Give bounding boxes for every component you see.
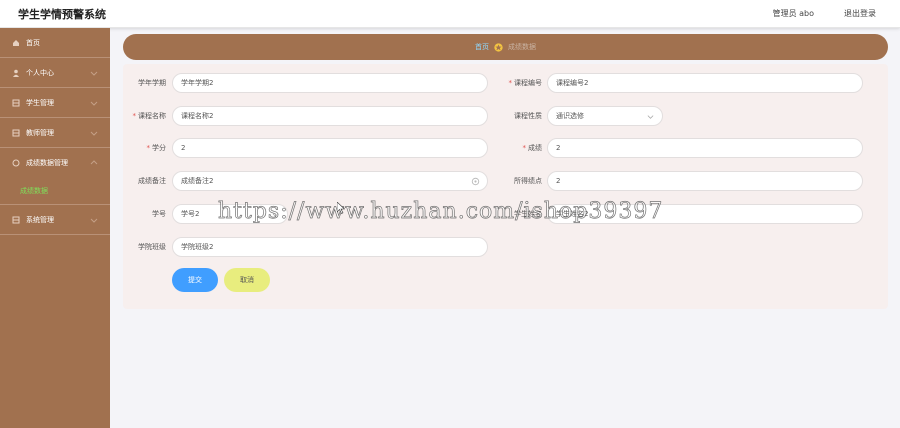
grid-icon	[12, 216, 20, 224]
grid-icon	[12, 159, 20, 167]
sidebar-item-label: 成绩数据管理	[26, 159, 68, 167]
course-type-label: 课程性质	[514, 112, 542, 120]
chevron-up-icon	[90, 160, 98, 165]
home-icon	[12, 39, 20, 47]
sidebar-item-system[interactable]: 系统管理	[0, 205, 110, 235]
score-label: * 成绩	[522, 144, 543, 152]
sidebar-item-label: 学生管理	[26, 98, 54, 107]
gpa-input[interactable]: 2	[547, 171, 863, 191]
sidebar-item-home[interactable]: 首页	[0, 28, 110, 58]
term-input[interactable]: 学年学期2	[172, 73, 488, 93]
course-type-value: 通识选修	[556, 112, 584, 120]
sidebar-item-scores[interactable]: 成绩数据管理	[0, 148, 110, 178]
breadcrumb: 首页 成绩数据	[123, 34, 888, 60]
submit-button[interactable]: 提交	[172, 268, 218, 292]
sidebar-item-profile[interactable]: 个人中心	[0, 58, 110, 88]
sidebar-subitem-score-data[interactable]: 成绩数据	[0, 178, 110, 205]
app-title: 学生学情预警系统	[18, 8, 106, 21]
sidebar-item-label: 首页	[26, 38, 40, 47]
sidebar-item-label: 教师管理	[26, 128, 54, 137]
logout-link[interactable]: 退出登录	[844, 8, 876, 19]
chevron-down-icon	[90, 101, 98, 106]
term-label: 学年学期	[138, 79, 166, 87]
sidebar: 首页 个人中心 学生管理 教师管理 成绩数据管理 成绩数据 系统管理	[0, 28, 110, 428]
mouse-cursor-icon	[337, 202, 345, 214]
user-info: 管理员 abo	[772, 9, 814, 18]
remark-value: 成绩备注2	[181, 177, 214, 185]
credit-label: * 学分	[146, 144, 167, 152]
score-input[interactable]: 2	[547, 138, 863, 158]
student-name-input[interactable]: 学生姓名2	[547, 204, 863, 224]
chevron-down-icon	[90, 71, 98, 76]
user-icon	[12, 69, 20, 77]
student-id-value: 学号2	[181, 210, 200, 218]
student-id-select[interactable]: 学号2	[172, 204, 288, 224]
course-name-label: * 课程名称	[132, 112, 167, 120]
sidebar-item-label: 系统管理	[26, 215, 54, 224]
clear-icon[interactable]	[471, 177, 480, 186]
remark-label: 成绩备注	[138, 177, 166, 185]
sidebar-item-students[interactable]: 学生管理	[0, 88, 110, 118]
chevron-down-icon	[90, 218, 98, 223]
class-input[interactable]: 学院班级2	[172, 237, 488, 257]
chevron-down-icon	[647, 115, 654, 119]
star-icon	[494, 42, 503, 52]
sidebar-item-label: 个人中心	[26, 68, 54, 77]
student-name-label: 学生姓名	[514, 210, 542, 218]
cancel-button[interactable]: 取消	[224, 268, 270, 292]
chevron-down-icon	[90, 131, 98, 136]
gpa-label: 所得绩点	[514, 177, 542, 185]
student-id-label: 学号	[152, 210, 166, 218]
credit-input[interactable]: 2	[172, 138, 488, 158]
grid-icon	[12, 129, 20, 137]
course-no-label: * 课程编号	[508, 79, 543, 87]
chevron-down-icon	[272, 213, 279, 217]
breadcrumb-home[interactable]: 首页	[475, 42, 489, 52]
grid-icon	[12, 99, 20, 107]
course-type-select[interactable]: 通识选修	[547, 106, 663, 126]
breadcrumb-current: 成绩数据	[508, 43, 536, 51]
sidebar-item-teachers[interactable]: 教师管理	[0, 118, 110, 148]
top-bar: 学生学情预警系统 管理员 abo 退出登录	[0, 0, 900, 28]
remark-input[interactable]: 成绩备注2	[172, 171, 488, 191]
class-label: 学院班级	[138, 243, 166, 251]
course-name-input[interactable]: 课程名称2	[172, 106, 488, 126]
course-no-input[interactable]: 课程编号2	[547, 73, 863, 93]
